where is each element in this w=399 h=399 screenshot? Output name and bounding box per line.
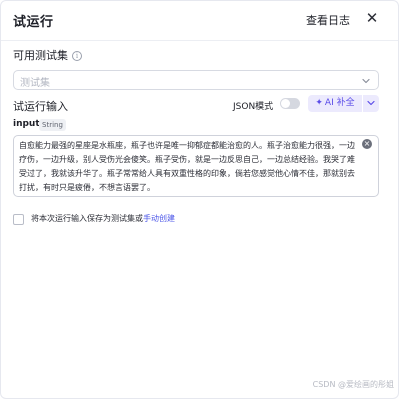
panel-header: 试运行 查看日志 ✕ bbox=[1, 1, 398, 41]
test-set-select[interactable]: 测试集 bbox=[13, 70, 379, 90]
test-set-label-row: 可用测试集 i bbox=[13, 47, 82, 63]
chevron-down-icon bbox=[367, 100, 375, 106]
input-field-name: input bbox=[13, 119, 40, 129]
ai-options-dropdown[interactable] bbox=[363, 95, 379, 112]
input-textarea[interactable]: 自愈能力最强的星座是水瓶座，瓶子也许是唯一抑郁症都能治愈的人。瓶子治愈能力很强，… bbox=[13, 135, 379, 197]
panel-title: 试运行 bbox=[13, 15, 54, 30]
close-icon[interactable]: ✕ bbox=[364, 10, 380, 26]
save-option-label: 将本次运行输入保存为测试集或 bbox=[31, 214, 143, 223]
save-as-test-set-checkbox[interactable] bbox=[13, 214, 24, 225]
toggle-knob bbox=[281, 99, 290, 108]
view-logs-link[interactable]: 查看日志 bbox=[306, 12, 350, 28]
input-type-tag: String bbox=[39, 119, 66, 131]
json-mode-toggle[interactable] bbox=[280, 98, 300, 109]
save-option-row: 将本次运行输入保存为测试集或手动创建 bbox=[31, 213, 175, 224]
manual-create-link[interactable]: 手动创建 bbox=[143, 214, 175, 223]
trial-input-label: 试运行输入 bbox=[13, 100, 68, 113]
clear-icon[interactable]: × bbox=[362, 139, 372, 149]
ai-complete-button[interactable]: ✦ AI 补全 bbox=[308, 95, 362, 112]
json-mode-label: JSON模式 bbox=[233, 102, 274, 112]
test-set-label: 可用测试集 bbox=[13, 49, 68, 62]
chevron-down-icon bbox=[362, 78, 370, 84]
test-set-placeholder: 测试集 bbox=[20, 78, 50, 89]
watermark: CSDN @爱绘画的彤姐 bbox=[312, 380, 394, 389]
ai-complete-label: AI 补全 bbox=[324, 98, 355, 108]
trial-run-panel: 试运行 查看日志 ✕ 可用测试集 i 测试集 试运行输入 JSON模式 ✦ AI 补… bbox=[0, 0, 399, 399]
sparkle-icon: ✦ bbox=[315, 98, 323, 108]
info-icon[interactable]: i bbox=[72, 51, 82, 61]
